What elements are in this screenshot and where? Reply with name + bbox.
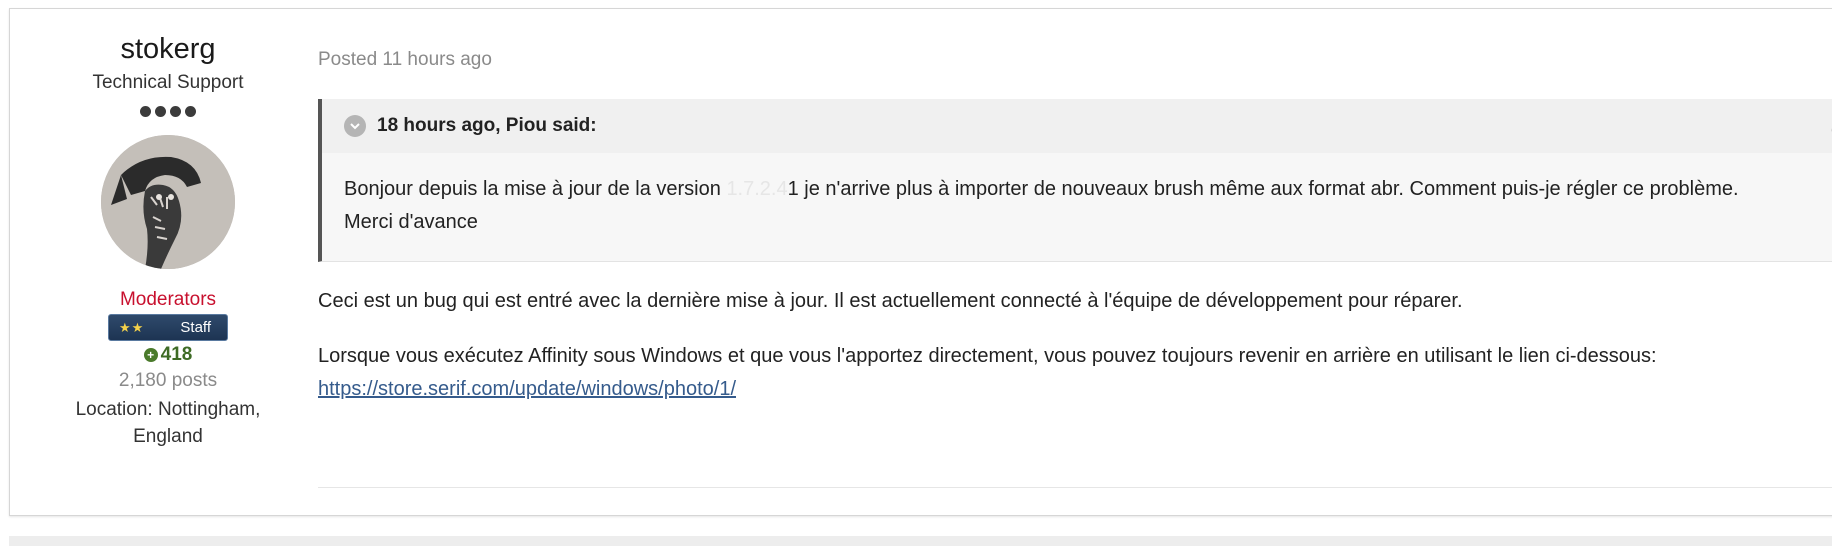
- author-location: Location: Nottingham, England: [75, 399, 261, 447]
- plus-circle-icon: +: [143, 348, 158, 362]
- rank-dot-icon: [170, 106, 181, 117]
- reputation-value: 418: [160, 344, 193, 365]
- quote-header: 18 hours ago, Piou said:: [322, 99, 1832, 153]
- reply-paragraph-2: Lorsque vous exécutez Affinity sous Wind…: [318, 340, 1718, 406]
- update-link[interactable]: https://store.serif.com/update/windows/p…: [318, 378, 736, 400]
- reputation: +418: [60, 343, 276, 367]
- reply-paragraph-2-text: Lorsque vous exécutez Affinity sous Wind…: [318, 345, 1657, 367]
- reply-text: Ceci est un bug qui est entré avec la de…: [318, 285, 1718, 428]
- quote-text-line2: Merci d'avance: [344, 211, 478, 233]
- quote-text-part: 1 je n'arrive plus à importer de nouveau…: [787, 178, 1739, 200]
- forum-post: stokerg Technical Support Moderators ★★ …: [9, 8, 1832, 516]
- rank-dot-icon: [185, 106, 196, 117]
- staff-badge: ★★ Staff: [108, 314, 228, 341]
- reply-paragraph-1: Ceci est un bug qui est entré avec la de…: [318, 290, 1463, 312]
- author-panel: stokerg Technical Support Moderators ★★ …: [60, 31, 276, 450]
- rank-dots: [60, 106, 276, 117]
- divider: [318, 487, 1832, 488]
- quote-obscured-text: 1.7.2.4: [726, 178, 788, 200]
- rank-dot-icon: [155, 106, 166, 117]
- author-group: Moderators: [119, 289, 217, 310]
- share-icon[interactable]: [1828, 113, 1832, 137]
- author-name[interactable]: stokerg: [60, 31, 276, 67]
- badge-label: Staff: [180, 319, 211, 336]
- rank-dot-icon: [140, 106, 151, 117]
- chevron-down-icon[interactable]: [344, 115, 366, 137]
- quote-citation[interactable]: 18 hours ago, Piou said:: [377, 115, 597, 137]
- author-post-count: 2,180 posts: [118, 370, 218, 391]
- avatar[interactable]: [101, 135, 235, 269]
- author-title: Technical Support: [92, 72, 244, 93]
- quote-block: 18 hours ago, Piou said: Bonjour depuis …: [318, 99, 1832, 262]
- next-post-edge: [9, 536, 1832, 546]
- badge-stars-icon: ★★: [119, 319, 145, 335]
- post-timestamp[interactable]: Posted 11 hours ago: [318, 49, 492, 71]
- quote-text-part: Bonjour depuis la mise à jour de la vers…: [344, 178, 727, 200]
- quote-text: Bonjour depuis la mise à jour de la vers…: [322, 153, 1832, 239]
